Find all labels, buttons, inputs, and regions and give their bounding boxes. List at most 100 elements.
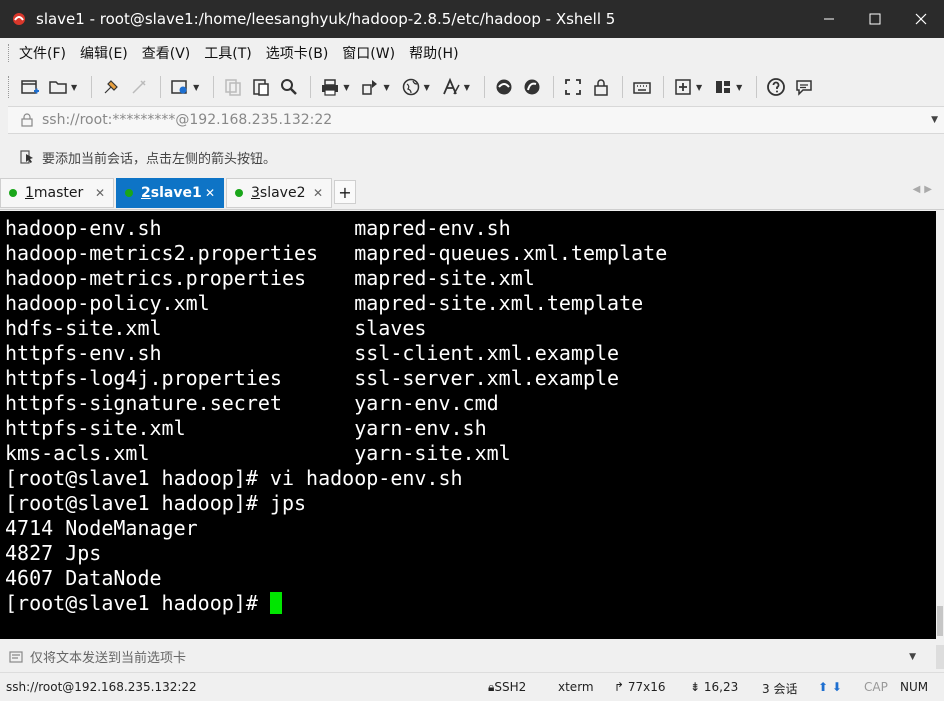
transfer-arrows-icon: ⬆︎ ⬇︎ bbox=[818, 680, 842, 694]
tab-master[interactable]: 1 master ✕ bbox=[0, 178, 114, 208]
globe-icon bbox=[402, 78, 419, 96]
tab-number: 1 bbox=[25, 185, 34, 201]
new-tab-dropdown-icon[interactable]: ▼ bbox=[696, 83, 702, 92]
menu-help[interactable]: 帮助(H) bbox=[409, 43, 458, 63]
tab-close-icon[interactable]: ✕ bbox=[313, 186, 323, 200]
layout-dropdown-icon[interactable]: ▼ bbox=[736, 83, 742, 92]
tab-number: 3 bbox=[251, 185, 260, 201]
compose-scrollbar[interactable] bbox=[936, 645, 944, 669]
properties-dropdown-icon[interactable]: ▼ bbox=[193, 83, 199, 92]
layout-button[interactable] bbox=[710, 74, 736, 100]
terminal-line: httpfs-site.xml yarn-env.sh bbox=[5, 416, 487, 440]
status-num: NUM bbox=[900, 680, 929, 694]
maximize-button[interactable] bbox=[852, 0, 898, 38]
terminal-line: httpfs-env.sh ssl-client.xml.example bbox=[5, 341, 620, 365]
copy-icon bbox=[225, 79, 242, 96]
menu-grip[interactable] bbox=[8, 44, 11, 62]
keyboard-icon bbox=[633, 82, 651, 94]
new-tab-button[interactable] bbox=[670, 74, 696, 100]
address-dropdown-icon[interactable]: ▼ bbox=[931, 115, 938, 125]
font-icon bbox=[442, 77, 460, 95]
globe-button[interactable] bbox=[398, 74, 424, 100]
tab-label: slave2 bbox=[259, 185, 306, 201]
font-dropdown-icon[interactable]: ▼ bbox=[464, 83, 470, 92]
tab-close-icon[interactable]: ✕ bbox=[95, 186, 105, 200]
address-input[interactable]: ssh://root:*********@192.168.235.132:22 bbox=[42, 112, 332, 128]
compose-target-text: 仅将文本发送到当前选项卡 bbox=[30, 651, 187, 666]
disconnect-icon bbox=[132, 80, 146, 94]
terminal-line: hadoop-env.sh mapred-env.sh bbox=[5, 216, 511, 240]
terminal-output[interactable]: hadoop-env.sh mapred-env.sh hadoop-metri… bbox=[0, 211, 936, 639]
fullscreen-icon bbox=[565, 79, 581, 95]
transfer-icon bbox=[362, 80, 378, 95]
terminal-line: 4607 DataNode bbox=[5, 566, 162, 590]
tab-scroll-arrows[interactable]: ◀▶ bbox=[913, 184, 936, 195]
lock-button[interactable] bbox=[588, 74, 614, 100]
terminal-line: httpfs-signature.secret yarn-env.cmd bbox=[5, 391, 499, 415]
tab-slave2[interactable]: 3 slave2 ✕ bbox=[226, 178, 332, 208]
paste-button[interactable] bbox=[248, 74, 274, 100]
new-session-button[interactable] bbox=[17, 74, 43, 100]
help-button[interactable] bbox=[763, 74, 789, 100]
new-session-icon bbox=[21, 80, 39, 94]
minimize-button[interactable] bbox=[806, 0, 852, 38]
compose-dropdown-icon[interactable]: ▼ bbox=[909, 652, 916, 662]
tab-label: master bbox=[33, 185, 84, 201]
title-bar: slave1 - root@slave1:/home/leesanghyuk/h… bbox=[0, 0, 944, 38]
toolbar-separator bbox=[160, 76, 162, 98]
open-session-button[interactable] bbox=[45, 74, 71, 100]
toolbar-separator bbox=[91, 76, 93, 98]
xmanager-button[interactable] bbox=[519, 74, 545, 100]
menu-tools[interactable]: 工具(T) bbox=[204, 43, 251, 63]
properties-icon bbox=[171, 80, 187, 94]
globe-dropdown-icon[interactable]: ▼ bbox=[424, 83, 430, 92]
xshell-app-icon[interactable] bbox=[10, 10, 28, 28]
tab-slave1[interactable]: 2 slave1 ✕ bbox=[116, 178, 224, 208]
menu-tab[interactable]: 选项卡(B) bbox=[266, 43, 329, 63]
xftp-icon bbox=[496, 79, 512, 95]
find-button[interactable] bbox=[276, 74, 302, 100]
menu-file[interactable]: 文件(F) bbox=[19, 43, 66, 63]
address-bar[interactable]: ssh://root:*********@192.168.235.132:22 … bbox=[8, 106, 944, 134]
hint-bar: 要添加当前会话，点击左侧的箭头按钮。 bbox=[8, 140, 944, 174]
copy-button[interactable] bbox=[220, 74, 246, 100]
properties-button[interactable] bbox=[167, 74, 193, 100]
maximize-icon bbox=[869, 13, 881, 25]
transfer-dropdown-icon[interactable]: ▼ bbox=[383, 83, 389, 92]
xftp-button[interactable] bbox=[491, 74, 517, 100]
menu-view[interactable]: 查看(V) bbox=[142, 43, 191, 63]
compose-icon[interactable] bbox=[8, 649, 24, 665]
layout-icon bbox=[716, 81, 731, 93]
reconnect-button[interactable] bbox=[98, 74, 124, 100]
print-dropdown-icon[interactable]: ▼ bbox=[343, 83, 349, 92]
menu-edit[interactable]: 编辑(E) bbox=[80, 43, 128, 63]
toolbar-grip[interactable] bbox=[8, 76, 11, 98]
print-button[interactable] bbox=[317, 74, 343, 100]
tab-close-icon[interactable]: ✕ bbox=[205, 186, 215, 200]
toolbar-separator bbox=[310, 76, 312, 98]
terminal-scrollbar[interactable] bbox=[936, 211, 944, 639]
window-title: slave1 - root@slave1:/home/leesanghyuk/h… bbox=[36, 10, 616, 28]
keyboard-button[interactable] bbox=[629, 74, 655, 100]
transfer-button[interactable] bbox=[357, 74, 383, 100]
close-button[interactable] bbox=[898, 0, 944, 38]
open-dropdown-icon[interactable]: ▼ bbox=[71, 83, 77, 92]
terminal-cursor bbox=[269, 592, 282, 614]
status-position: ⇟ 16,23 bbox=[690, 680, 739, 694]
tab-label: slave1 bbox=[150, 185, 202, 201]
status-size: ↱ 77x16 bbox=[614, 680, 666, 694]
chat-button[interactable] bbox=[791, 74, 817, 100]
compose-bar[interactable]: 仅将文本发送到当前选项卡 ▼ bbox=[0, 641, 944, 673]
add-tab-button[interactable]: + bbox=[334, 180, 356, 204]
status-bar: ssh://root@192.168.235.132:22 🔒︎SSH2 xte… bbox=[0, 674, 944, 701]
status-connection: ssh://root@192.168.235.132:22 bbox=[6, 680, 197, 694]
terminal-line: hadoop-metrics.properties mapred-site.xm… bbox=[5, 266, 535, 290]
menu-window[interactable]: 窗口(W) bbox=[342, 43, 395, 63]
disconnect-button[interactable] bbox=[126, 74, 152, 100]
menu-bar: 文件(F) 编辑(E) 查看(V) 工具(T) 选项卡(B) 窗口(W) 帮助(… bbox=[0, 38, 944, 68]
font-button[interactable] bbox=[438, 74, 464, 100]
toolbar: ▼ ▼ ▼ ▼ ▼ ▼ ▼ ▼ bbox=[0, 68, 944, 106]
add-session-arrow-icon[interactable] bbox=[20, 149, 36, 165]
scrollbar-thumb[interactable] bbox=[937, 606, 943, 636]
fullscreen-button[interactable] bbox=[560, 74, 586, 100]
